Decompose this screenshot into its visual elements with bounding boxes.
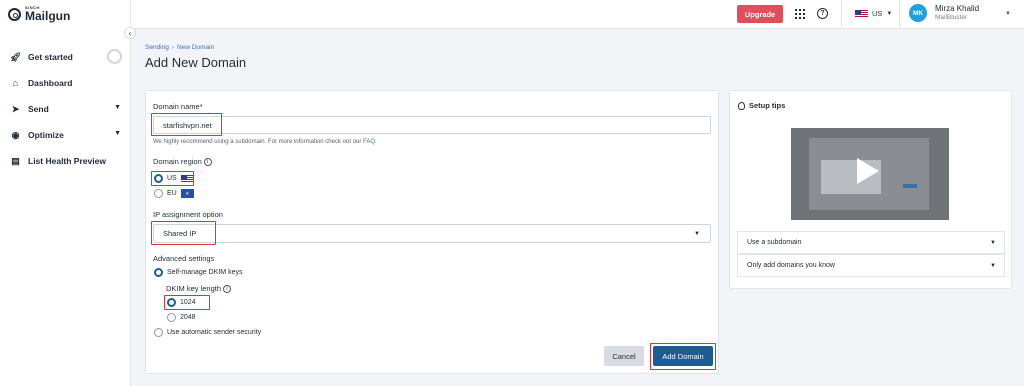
setup-video-player[interactable] — [791, 128, 949, 220]
user-menu[interactable]: MK Mirza Khalid MailBluster — [909, 4, 980, 23]
breadcrumb: Sending › New Domain — [145, 44, 214, 51]
region-us-label: US — [167, 175, 177, 182]
us-flag-icon — [180, 174, 194, 183]
gauge-icon: ◉ — [11, 129, 20, 140]
accordion-only-known-domains[interactable]: Only add domains you know ▼ — [737, 254, 1005, 277]
cancel-button[interactable]: Cancel — [604, 346, 644, 366]
automatic-sender-security-radio[interactable]: Use automatic sender security — [154, 328, 261, 337]
paper-plane-icon: ➤ — [11, 103, 20, 114]
radio-unselected-icon — [154, 189, 163, 198]
chevron-down-icon: ▼ — [114, 130, 121, 137]
hint-text: We highly recommend using a subdomain. F… — [153, 139, 362, 145]
automatic-sender-security-label: Use automatic sender security — [167, 329, 262, 336]
sidebar-item-dashboard[interactable]: ⌂ Dashboard — [0, 70, 131, 96]
dkim-2048-radio[interactable]: 2048 — [167, 313, 196, 322]
add-domain-form: Domain name* starfishvpn.net We highly r… — [145, 90, 719, 374]
chevron-down-icon: ▼ — [886, 10, 893, 17]
radio-selected-icon — [154, 174, 163, 183]
domain-name-input[interactable]: starfishvpn.net — [153, 116, 711, 134]
sidebar-item-optimize[interactable]: ◉ Optimize ▼ — [0, 122, 131, 148]
dkim-key-length-text: DKIM key length — [166, 284, 222, 293]
us-flag-icon — [855, 9, 868, 18]
breadcrumb-current: New Domain — [177, 44, 215, 51]
caret-down-icon: ▼ — [990, 240, 996, 246]
breadcrumb-sending[interactable]: Sending — [145, 44, 169, 51]
setup-tips-panel: Setup tips Use a subdomain ▼ Only add do… — [729, 90, 1012, 289]
sidebar-item-label: List Health Preview — [28, 156, 106, 166]
region-us-radio[interactable]: US — [154, 174, 194, 183]
breadcrumb-separator-icon: › — [171, 44, 175, 51]
dkim-1024-label: 1024 — [180, 299, 196, 306]
rocket-icon: 🚀︎ — [10, 51, 22, 62]
self-manage-dkim-label: Self-manage DKIM keys — [167, 269, 243, 276]
progress-ring-icon — [107, 49, 122, 64]
radio-unselected-icon — [167, 313, 176, 322]
lightbulb-icon — [738, 101, 745, 110]
radio-selected-icon — [154, 268, 163, 277]
divider — [841, 0, 842, 29]
logo-name-text: Mailgun — [25, 9, 71, 23]
setup-tips-title: Setup tips — [738, 101, 785, 110]
dkim-key-length-label: DKIM key length i — [166, 284, 232, 294]
help-icon[interactable]: ? — [817, 8, 828, 19]
topbar: Upgrade ? US ▼ MK Mirza Khalid MailBlust… — [131, 0, 1024, 29]
sidebar-item-label: Send — [28, 104, 49, 114]
accordion-use-subdomain[interactable]: Use a subdomain ▼ — [737, 231, 1005, 254]
chevron-down-icon: ▼ — [114, 104, 121, 111]
domain-name-label: Domain name* — [153, 102, 203, 111]
ip-assignment-value: Shared IP — [163, 229, 197, 238]
domain-region-label-text: Domain region — [153, 157, 202, 166]
caret-down-icon: ▼ — [694, 231, 700, 237]
self-manage-dkim-radio[interactable]: Self-manage DKIM keys — [154, 268, 242, 277]
radio-selected-icon — [167, 298, 176, 307]
dkim-1024-radio[interactable]: 1024 — [167, 298, 196, 307]
region-selector-label: US — [872, 9, 883, 18]
sidebar-item-label: Dashboard — [28, 78, 73, 88]
accordion-label: Only add domains you know — [747, 262, 835, 269]
avatar: MK — [909, 4, 927, 23]
sidebar: SINCH Mailgun 🚀︎ Get started ⌂ Dashboard… — [0, 0, 131, 386]
user-name: Mirza Khalid — [935, 4, 980, 13]
sidebar-item-get-started[interactable]: 🚀︎ Get started — [0, 44, 131, 70]
region-selector[interactable]: US ▼ — [855, 9, 892, 18]
list-check-icon: ▤ — [11, 155, 20, 166]
setup-tips-title-text: Setup tips — [749, 101, 786, 110]
domain-region-label: Domain region i — [153, 157, 212, 167]
mailgun-logo[interactable]: SINCH Mailgun — [8, 6, 70, 22]
eu-flag-icon: ★ — [180, 189, 194, 198]
apps-grid-icon[interactable] — [795, 9, 805, 19]
region-eu-radio[interactable]: EU ★ — [154, 189, 194, 198]
sidebar-item-label: Optimize — [28, 130, 64, 140]
home-icon: ⌂ — [12, 78, 19, 88]
faq-link[interactable]: FAQ — [363, 139, 375, 145]
region-eu-label: EU — [167, 190, 177, 197]
sidebar-item-label: Get started — [28, 52, 73, 62]
chevron-down-icon[interactable]: ▼ — [1005, 11, 1011, 17]
domain-hint: We highly recommend using a subdomain. F… — [153, 139, 377, 145]
ip-assignment-select[interactable]: Shared IP ▼ — [153, 224, 711, 243]
sidebar-nav: 🚀︎ Get started ⌂ Dashboard ➤ Send ▼ ◉ Op… — [0, 44, 131, 174]
sidebar-item-send[interactable]: ➤ Send ▼ — [0, 96, 131, 122]
divider — [899, 0, 900, 29]
caret-down-icon: ▼ — [990, 263, 996, 269]
user-org: MailBluster — [935, 14, 968, 21]
info-icon[interactable]: i — [223, 285, 232, 294]
page-title: Add New Domain — [145, 55, 247, 70]
ip-assignment-label: IP assignment option — [153, 210, 223, 219]
hint-period: . — [375, 139, 377, 145]
sidebar-collapse-button[interactable]: ‹ — [124, 27, 136, 39]
info-icon[interactable]: i — [203, 158, 212, 167]
upgrade-button[interactable]: Upgrade — [737, 5, 783, 23]
sidebar-item-list-health[interactable]: ▤ List Health Preview — [0, 148, 131, 174]
at-sign-icon — [8, 7, 21, 21]
add-domain-button[interactable]: Add Domain — [653, 346, 713, 366]
radio-unselected-icon — [154, 328, 163, 337]
dkim-2048-label: 2048 — [180, 314, 196, 321]
play-icon[interactable] — [857, 158, 879, 184]
advanced-settings-label: Advanced settings — [153, 254, 215, 263]
accordion-label: Use a subdomain — [747, 239, 802, 246]
